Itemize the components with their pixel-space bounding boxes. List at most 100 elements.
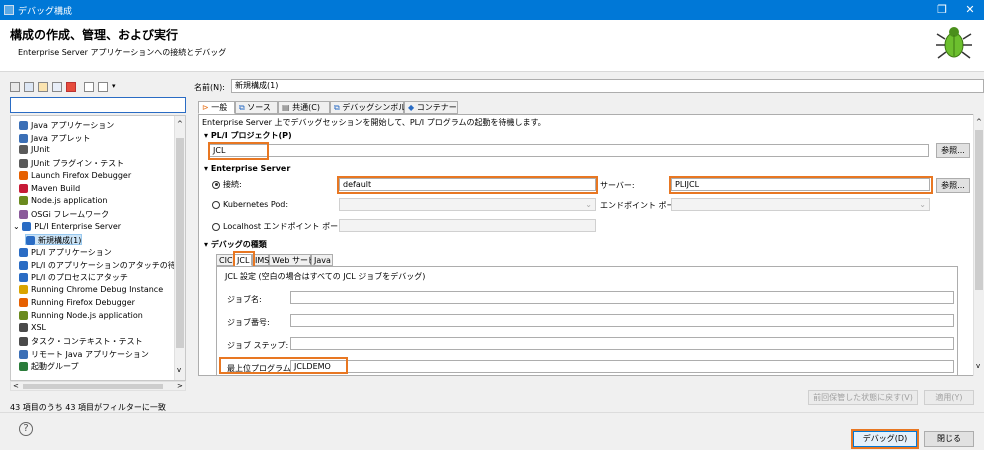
pli-attach-icon xyxy=(19,260,28,270)
collapse-all-icon[interactable] xyxy=(84,82,94,92)
tree-item[interactable]: Running Firefox Debugger xyxy=(19,297,135,309)
tree-item-label: JUnit xyxy=(31,145,50,155)
project-browse-button[interactable]: 参照... xyxy=(936,143,970,158)
delete-icon[interactable] xyxy=(66,82,76,92)
launch-group-icon xyxy=(19,362,28,372)
dialog-footer: ? デバッグ(D) 閉じる xyxy=(0,412,984,450)
tree-item-label: PL/I Enterprise Server xyxy=(34,221,122,231)
java-applet-icon xyxy=(19,133,28,143)
tab-web-service[interactable]: Web サービス xyxy=(269,254,324,266)
tree-hscrollbar[interactable]: < > xyxy=(10,381,186,391)
project-highlight xyxy=(208,142,269,160)
tab-container[interactable]: ◆ コンテナー xyxy=(404,101,458,114)
tab-source[interactable]: ⧉ ソース xyxy=(235,101,278,114)
tree-item[interactable]: PL/I のアプリケーションのアタッチの待 xyxy=(19,260,176,271)
pli-process-icon xyxy=(19,273,28,283)
job-number-input[interactable] xyxy=(290,314,954,327)
config-tree: Java アプリケーション Java アプレット JUnit JUnit プラグイン・… xyxy=(10,115,186,381)
jcl-settings-label: JCL 設定 (空白の場合はすべての JCL ジョブをデバッグ) xyxy=(225,272,426,281)
tree-item-label: Launch Firefox Debugger xyxy=(31,170,132,180)
tab-java[interactable]: Java xyxy=(311,254,333,266)
tree-item-label: 新規構成(1) xyxy=(38,236,82,246)
tree-item[interactable]: Node.js application xyxy=(19,196,107,207)
close-window-icon[interactable]: ✕ xyxy=(958,0,982,20)
config-scrollbar[interactable]: ^ v xyxy=(973,114,984,376)
tree-item[interactable]: Java アプレット xyxy=(19,133,90,144)
tree-item-label: JUnit プラグイン・テスト xyxy=(31,159,125,169)
job-name-input[interactable] xyxy=(290,291,954,304)
filter-icon[interactable] xyxy=(98,82,108,92)
header-subtitle: Enterprise Server アプリケーションへの接続とデバッグ xyxy=(18,48,227,57)
remote-java-icon xyxy=(19,349,28,359)
job-number-label: ジョブ番号: xyxy=(227,318,270,327)
restore-icon[interactable]: ❐ xyxy=(930,0,954,20)
java-app-icon xyxy=(19,121,28,130)
help-icon[interactable]: ? xyxy=(19,422,33,436)
tree-item[interactable]: Launch Firefox Debugger xyxy=(19,170,132,182)
revert-button[interactable]: 前回保管した状態に戻す(V) xyxy=(808,390,918,405)
tab-debug-symbols[interactable]: ⧉ デバッグシンボル xyxy=(330,101,406,114)
tree-item[interactable]: JUnit xyxy=(19,145,50,156)
tree-item-label: タスク・コンテキスト・テスト xyxy=(31,336,143,346)
duplicate-icon[interactable] xyxy=(52,82,62,92)
tree-item-label: Running Firefox Debugger xyxy=(31,297,135,307)
tree-scrollbar[interactable]: ^ v xyxy=(174,116,185,380)
tree-item-selected[interactable]: 新規構成(1) xyxy=(25,234,83,246)
window-title: デバッグ構成 xyxy=(18,7,73,17)
tree-item[interactable]: 起動グループ xyxy=(19,361,79,372)
tree-item[interactable]: ⌄ PL/I Enterprise Server xyxy=(13,221,122,233)
tree-item[interactable]: Running Node.js application xyxy=(19,310,143,322)
export-icon[interactable] xyxy=(38,82,48,92)
new-proto-icon[interactable] xyxy=(24,82,34,92)
endpoint-port-select[interactable]: ⌄ xyxy=(671,198,930,211)
tree-item-label: 起動グループ xyxy=(31,362,79,372)
name-label: 名前(N): xyxy=(194,83,225,92)
name-input[interactable]: 新規構成(1) xyxy=(231,79,984,93)
tree-item[interactable]: タスク・コンテキスト・テスト xyxy=(19,336,143,347)
apply-button[interactable]: 適用(Y) xyxy=(924,390,974,405)
job-step-label: ジョブ ステップ: xyxy=(227,341,289,350)
tree-item[interactable]: XSL xyxy=(19,323,46,334)
chevron-down-icon[interactable]: ⌄ xyxy=(13,222,22,231)
tree-item[interactable]: リモート Java アプリケーション xyxy=(19,349,149,360)
project-input[interactable]: JCL xyxy=(209,144,929,157)
tab-common[interactable]: ▤ 共通(C) xyxy=(278,101,330,114)
server-browse-button[interactable]: 参照... xyxy=(936,178,970,193)
app-icon xyxy=(4,5,14,15)
debug-highlight xyxy=(851,429,919,449)
tree-item-label: OSGi フレームワーク xyxy=(31,209,110,219)
junit-plugin-icon xyxy=(19,159,28,169)
tree-item-label: リモート Java アプリケーション xyxy=(31,349,149,359)
tree-item[interactable]: JUnit プラグイン・テスト xyxy=(19,158,124,169)
tab-general[interactable]: ⊳ 一般 xyxy=(198,101,235,114)
maven-icon xyxy=(19,183,28,193)
tree-item[interactable]: Running Chrome Debug Instance xyxy=(19,285,163,296)
pli-app-icon xyxy=(19,248,28,257)
server-label: サーバー: xyxy=(600,181,635,190)
tree-item-label: Java アプレット xyxy=(31,133,91,143)
filter-input[interactable] xyxy=(10,97,186,113)
tab-cics[interactable]: CICS xyxy=(216,254,238,266)
chevron-down-icon[interactable]: ▾ xyxy=(112,82,116,90)
task-icon xyxy=(19,336,28,346)
tree-item[interactable]: OSGi フレームワーク xyxy=(19,209,109,220)
tree-item[interactable]: PL/I のプロセスにアタッチ xyxy=(19,272,128,283)
tree-item-label: Running Node.js application xyxy=(31,310,143,320)
debug-bug-icon xyxy=(936,27,972,59)
dialog-header: 構成の作成、管理、および実行 Enterprise Server アプリケーショ… xyxy=(0,20,984,72)
tree-item-label: Java アプリケーション xyxy=(31,121,115,130)
close-button[interactable]: 閉じる xyxy=(924,431,974,447)
new-config-icon[interactable] xyxy=(10,82,20,92)
localhost-port-input[interactable] xyxy=(339,219,596,232)
job-step-input[interactable] xyxy=(290,337,954,350)
top-program-input[interactable]: JCLDEMO xyxy=(290,360,954,373)
k8s-select[interactable]: ⌄ xyxy=(339,198,596,211)
xsl-icon xyxy=(19,323,28,333)
tree-item[interactable]: Java アプリケーション xyxy=(19,120,114,131)
localhost-radio[interactable]: Localhost エンドポイント ポート: xyxy=(212,221,349,232)
k8s-radio[interactable]: Kubernetes Pod: xyxy=(212,200,288,209)
tree-item[interactable]: PL/I アプリケーション xyxy=(19,247,112,258)
tree-item-label: PL/I のプロセスにアタッチ xyxy=(31,273,128,283)
tree-item[interactable]: Maven Build xyxy=(19,183,80,195)
connect-radio[interactable]: 接続: xyxy=(212,179,242,190)
